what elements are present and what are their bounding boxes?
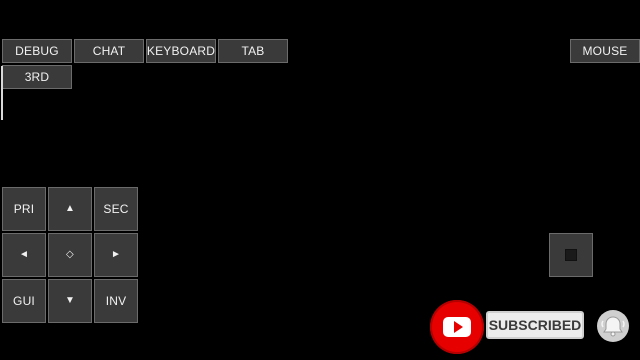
bell-icon[interactable] xyxy=(596,309,630,343)
third-person-button[interactable]: 3RD xyxy=(2,65,72,89)
keyboard-label: KEYBOARD xyxy=(146,44,216,58)
down-arrow-icon: ▼ xyxy=(64,295,76,306)
center-button[interactable]: ◇ xyxy=(48,233,92,277)
subscribed-button[interactable]: SUBSCRIBED xyxy=(486,311,584,339)
game-screen: DEBUG CHAT KEYBOARD TAB MOUSE 3RD PRI ▲ … xyxy=(0,0,640,360)
tab-button[interactable]: TAB xyxy=(218,39,288,63)
left-button[interactable]: ◄ xyxy=(2,233,46,277)
debug-button[interactable]: DEBUG xyxy=(2,39,72,63)
primary-button[interactable]: PRI xyxy=(2,187,46,231)
third-person-label: 3RD xyxy=(24,70,50,84)
keyboard-button[interactable]: KEYBOARD xyxy=(146,39,216,63)
subscribed-label: SUBSCRIBED xyxy=(488,317,582,333)
diamond-icon: ◇ xyxy=(66,249,74,260)
right-arrow-icon: ► xyxy=(110,249,122,260)
tab-label: TAB xyxy=(241,44,265,58)
gui-label: GUI xyxy=(13,294,35,308)
chat-label: CHAT xyxy=(92,44,126,58)
right-button[interactable]: ► xyxy=(94,233,138,277)
secondary-button[interactable]: SEC xyxy=(94,187,138,231)
action-button[interactable] xyxy=(549,233,593,277)
chat-button[interactable]: CHAT xyxy=(74,39,144,63)
youtube-logo-icon[interactable] xyxy=(430,300,484,354)
down-button[interactable]: ▼ xyxy=(48,279,92,323)
up-arrow-icon: ▲ xyxy=(64,203,76,214)
youtube-subscribe-overlay: SUBSCRIBED xyxy=(430,298,640,356)
debug-label: DEBUG xyxy=(15,44,59,58)
mouse-button[interactable]: MOUSE xyxy=(570,39,640,63)
mouse-label: MOUSE xyxy=(582,44,628,58)
up-button[interactable]: ▲ xyxy=(48,187,92,231)
text-caret xyxy=(1,66,3,120)
left-arrow-icon: ◄ xyxy=(18,249,30,260)
inventory-button[interactable]: INV xyxy=(94,279,138,323)
secondary-label: SEC xyxy=(103,202,129,216)
square-icon xyxy=(565,249,577,261)
gui-button[interactable]: GUI xyxy=(2,279,46,323)
primary-label: PRI xyxy=(13,202,35,216)
inventory-label: INV xyxy=(105,294,127,308)
